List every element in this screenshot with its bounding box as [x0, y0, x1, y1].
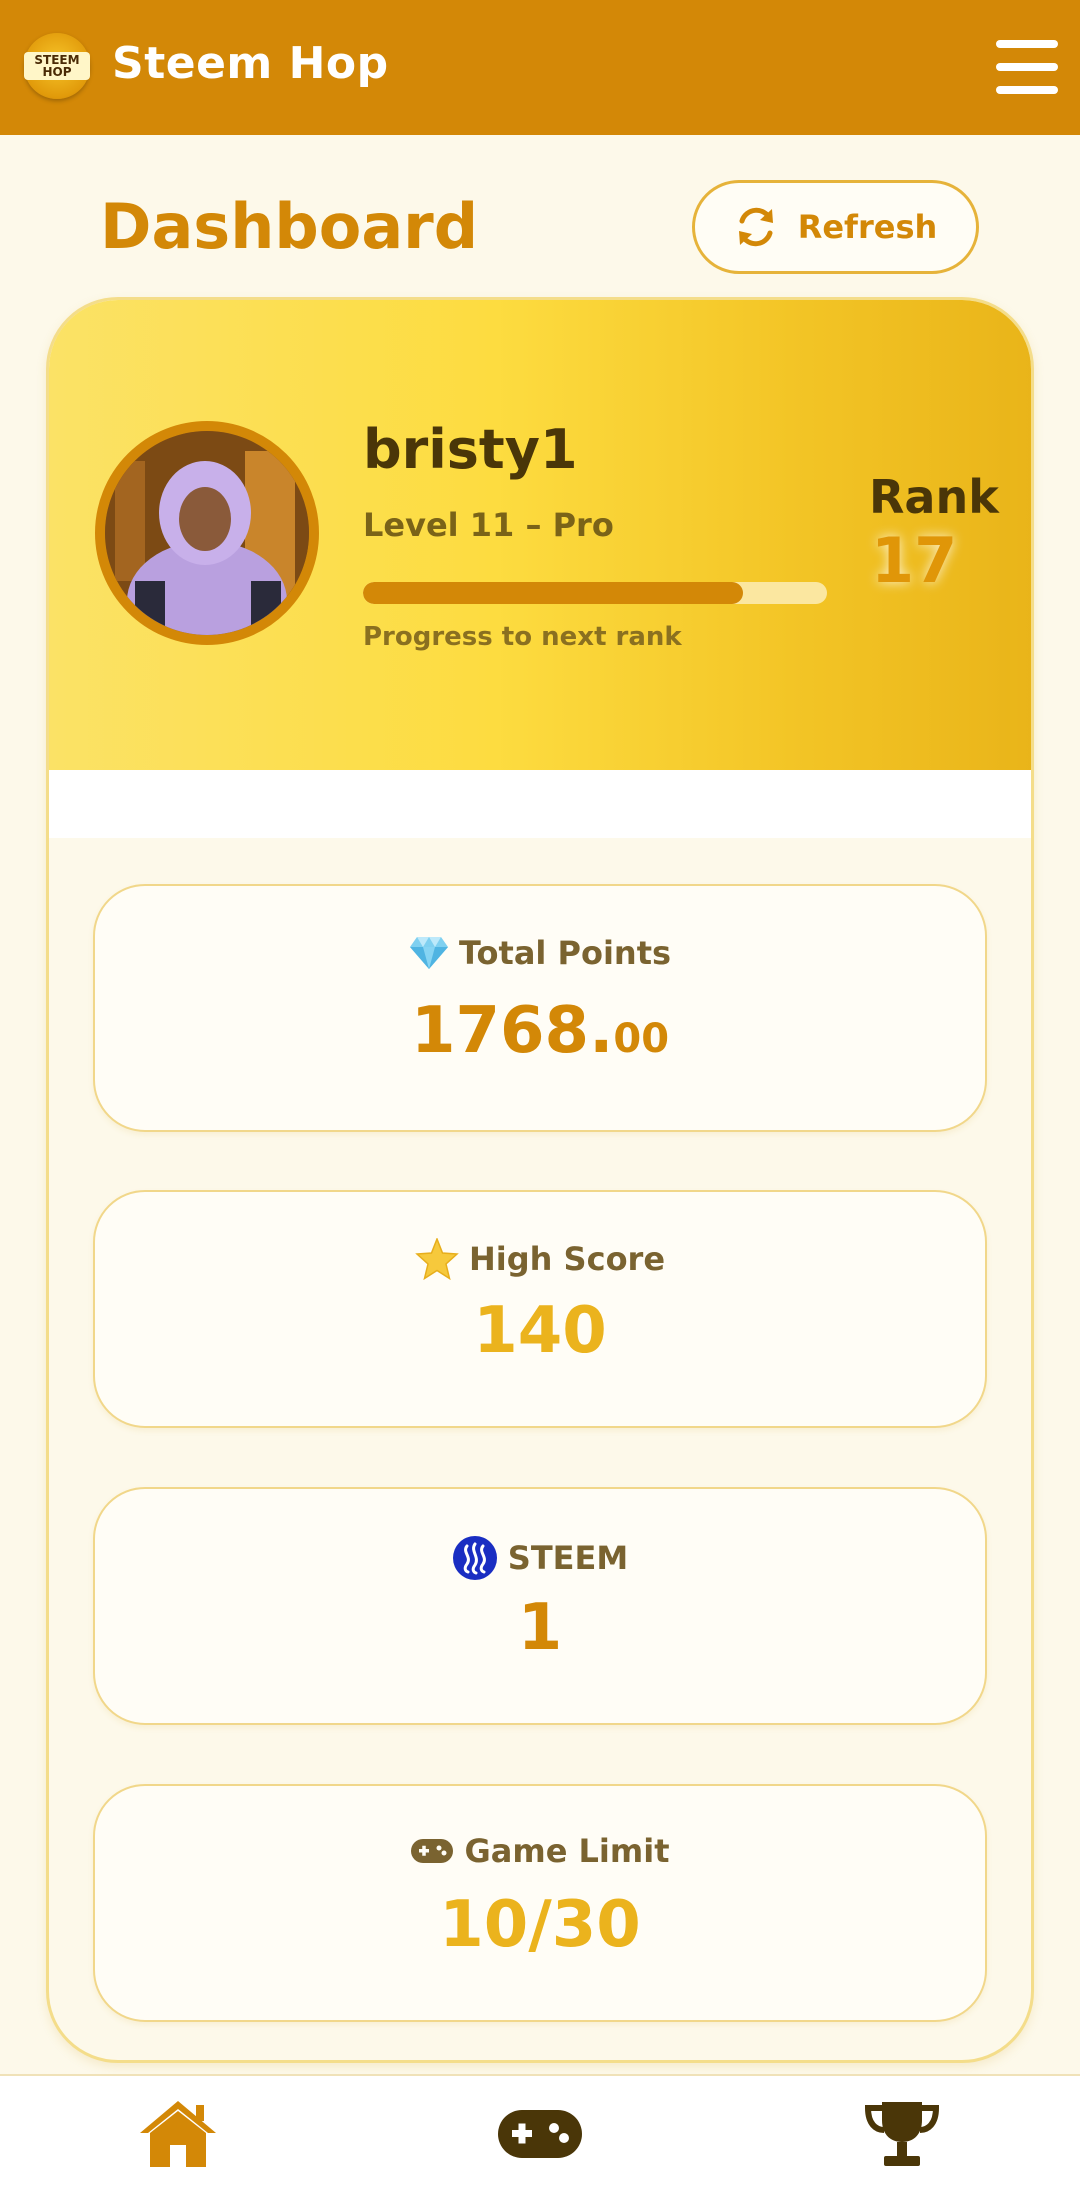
total-points-decimals: 00	[613, 1016, 670, 1062]
nav-home[interactable]	[132, 2096, 224, 2172]
game-limit-value: 10/30	[439, 1888, 641, 1962]
high-score-label: High Score	[468, 1240, 666, 1278]
diamond-icon	[409, 937, 448, 969]
game-limit-label: Game Limit	[464, 1832, 670, 1870]
high-score-card: High Score 140	[93, 1190, 987, 1428]
level-text: Level 11 – Pro	[363, 506, 614, 544]
total-points-integer: 1768.	[410, 994, 614, 1068]
gamepad-icon	[498, 2110, 582, 2158]
avatar[interactable]	[95, 421, 319, 645]
app-logo-text: STEEM HOP	[24, 52, 90, 80]
gamepad-icon	[411, 1839, 454, 1863]
top-app-bar: STEEM HOP Steem Hop	[0, 0, 1080, 135]
total-points-label: Total Points	[458, 934, 672, 972]
banner-divider	[49, 770, 1031, 838]
steem-value: 1	[517, 1591, 563, 1665]
avatar-photo	[105, 431, 309, 635]
game-limit-card: Game Limit 10/30	[93, 1784, 987, 2022]
dashboard-card: bristy1 Level 11 – Pro Progress to next …	[46, 297, 1034, 2063]
nav-games[interactable]	[494, 2096, 586, 2172]
username: bristy1	[363, 418, 578, 481]
bottom-navigation	[0, 2074, 1080, 2187]
refresh-button[interactable]: Refresh	[692, 180, 979, 274]
app-logo[interactable]: STEEM HOP	[24, 33, 90, 99]
total-points-value: 1768.00	[95, 994, 985, 1068]
total-points-card: Total Points 1768.00	[93, 884, 987, 1132]
refresh-label: Refresh	[797, 208, 938, 246]
steem-card: STEEM 1	[93, 1487, 987, 1725]
profile-banner: bristy1 Level 11 – Pro Progress to next …	[49, 300, 1031, 770]
steem-logo-icon	[452, 1536, 497, 1580]
rank-progress-fill	[363, 582, 744, 604]
hamburger-menu-icon[interactable]	[996, 40, 1058, 94]
nav-leaderboard[interactable]	[856, 2096, 948, 2172]
page-title: Dashboard	[100, 190, 479, 263]
rank-label: Rank	[869, 470, 999, 524]
rank-value: 17	[871, 524, 958, 597]
star-icon	[415, 1238, 459, 1280]
refresh-icon	[738, 207, 773, 247]
steem-label: STEEM	[507, 1539, 629, 1577]
app-title: Steem Hop	[112, 38, 389, 89]
rank-progress-bar	[363, 582, 827, 604]
high-score-value: 140	[473, 1294, 607, 1368]
trophy-icon	[864, 2102, 940, 2166]
home-icon	[140, 2101, 216, 2167]
progress-label: Progress to next rank	[363, 622, 682, 652]
